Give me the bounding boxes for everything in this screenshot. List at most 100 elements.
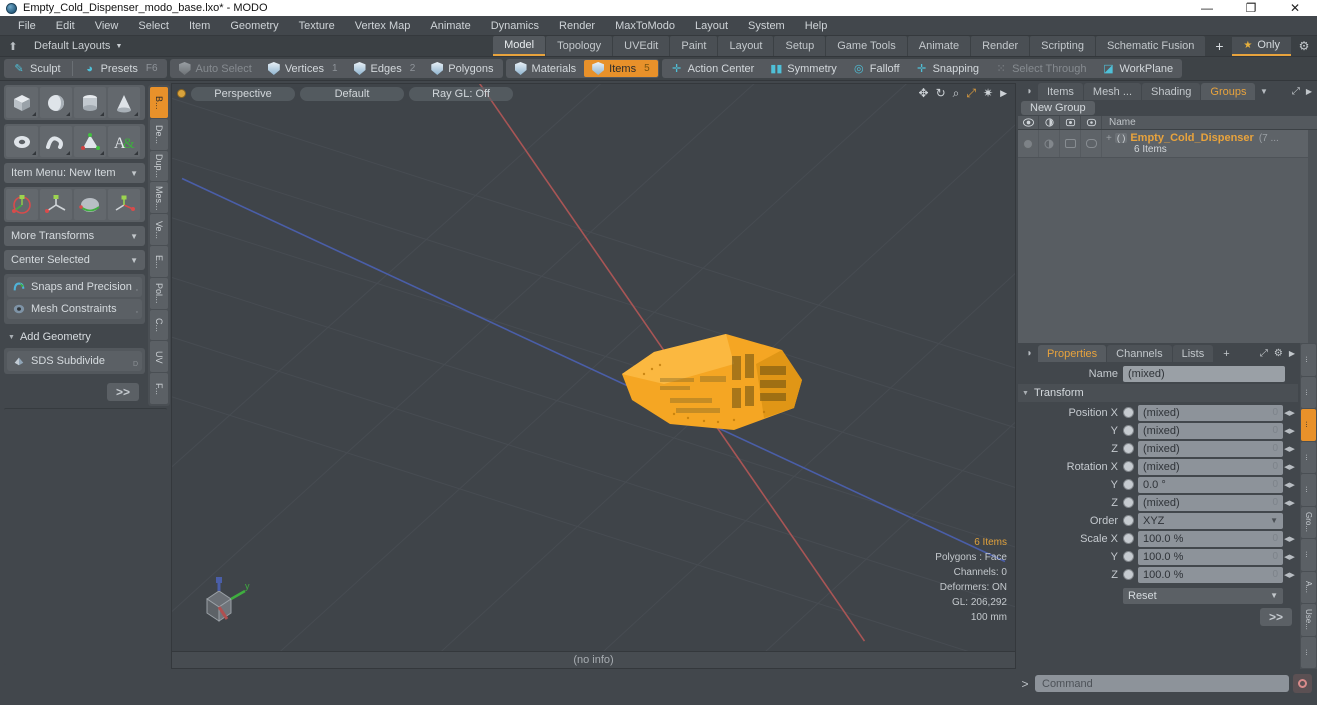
select-through-button[interactable]: ⁙ Select Through <box>987 60 1094 77</box>
scale-input-0[interactable]: 100.0 % 0 <box>1138 530 1283 547</box>
panel-tab-chevron-icon[interactable]: ▼ <box>1256 83 1271 100</box>
falloff-button[interactable]: ◎ Falloff <box>845 60 908 77</box>
scale-spinner-2[interactable]: ◀▶ <box>1283 571 1296 579</box>
close-button[interactable]: ✕ <box>1273 0 1317 16</box>
props-tab-properties[interactable]: Properties <box>1038 345 1107 362</box>
properties-more-arrow-icon[interactable]: ▶ <box>1289 349 1295 358</box>
layout-tab-animate[interactable]: Animate <box>907 36 971 56</box>
order-dropdown[interactable]: XYZ ▼ <box>1138 512 1283 529</box>
materials-button[interactable]: Materials <box>507 60 585 77</box>
row-visibility-toggle[interactable] <box>1018 130 1039 157</box>
auto-select-button[interactable]: Auto Select <box>171 60 260 77</box>
group-name[interactable]: Empty_Cold_Dispenser <box>1130 132 1253 144</box>
3d-viewport[interactable]: Perspective Default Ray GL: Off ✥ ↻ ⌕ ⤢ … <box>171 83 1016 652</box>
polygon-pen-tool-button[interactable] <box>74 126 106 157</box>
menu-item-texture[interactable]: Texture <box>289 16 345 36</box>
cube-tool-button[interactable] <box>6 87 38 118</box>
more-transforms-dropdown[interactable]: More Transforms ▼ <box>4 226 145 246</box>
maximize-button[interactable]: ❐ <box>1229 0 1273 16</box>
properties-gear-icon[interactable]: ⚙ <box>1274 348 1283 359</box>
layout-home-icon[interactable]: ⬆ <box>0 36 26 56</box>
table-row[interactable]: + ( ) Empty_Cold_Dispenser (7 ... 6 Item… <box>1018 130 1317 158</box>
menu-item-animate[interactable]: Animate <box>420 16 480 36</box>
layout-tab-render[interactable]: Render <box>971 36 1030 56</box>
left-vtab-B[interactable]: B... <box>150 87 168 118</box>
only-toggle-button[interactable]: ★ Only <box>1232 36 1291 56</box>
menu-item-geometry[interactable]: Geometry <box>220 16 288 36</box>
right-vtab-4[interactable]: ... <box>1301 474 1316 506</box>
raygl-button[interactable]: Ray GL: Off <box>409 86 513 101</box>
edges-button[interactable]: Edges 2 <box>346 60 424 77</box>
add-geometry-section-header[interactable]: ▼ Add Geometry <box>4 328 145 346</box>
properties-forward-button[interactable]: >> <box>1259 608 1292 626</box>
sds-subdivide-button[interactable]: SDS Subdivide D <box>7 351 142 371</box>
menu-item-layout[interactable]: Layout <box>685 16 738 36</box>
transform-channel-dot-1[interactable] <box>1123 425 1134 436</box>
scale-spinner-1[interactable]: ◀▶ <box>1283 553 1296 561</box>
panel-more-arrow-icon[interactable]: ▶ <box>1306 87 1312 96</box>
row-render-toggle[interactable] <box>1060 130 1081 157</box>
right-vtab-5[interactable]: Gro... <box>1301 506 1316 538</box>
symmetry-button[interactable]: ▮▮ Symmetry <box>762 60 845 77</box>
fit-view-icon[interactable]: ⤢ <box>966 87 976 99</box>
view-settings-gear-icon[interactable]: ✷ <box>983 87 993 99</box>
view-type-button[interactable]: Perspective <box>191 86 295 101</box>
transform-channel-dot-0[interactable] <box>1123 407 1134 418</box>
rotate-view-icon[interactable]: ↻ <box>936 87 946 99</box>
properties-expand-icon[interactable]: ⤢ <box>1260 348 1268 359</box>
name-input[interactable]: (mixed) <box>1123 365 1285 382</box>
menu-item-item[interactable]: Item <box>179 16 220 36</box>
group-list-scrollbar[interactable] <box>1308 130 1317 343</box>
action-center-button[interactable]: ✛ Action Center <box>663 60 763 77</box>
menu-item-help[interactable]: Help <box>795 16 838 36</box>
left-vtab-Ve[interactable]: Ve... <box>150 214 168 245</box>
props-tab-channels[interactable]: Channels <box>1107 345 1172 362</box>
text-tool-button[interactable]: A & <box>108 126 140 157</box>
menu-item-render[interactable]: Render <box>549 16 605 36</box>
order-channel-dot[interactable] <box>1123 515 1134 526</box>
add-properties-tab-button[interactable]: + <box>1214 345 1238 362</box>
rotate-tool-button[interactable] <box>40 189 72 220</box>
command-input[interactable]: Command <box>1035 675 1289 692</box>
left-vtab-De[interactable]: De... <box>150 118 168 150</box>
right-vtab-7[interactable]: A... <box>1301 571 1316 603</box>
left-vtab-F[interactable]: F... <box>150 373 168 404</box>
eye-column-icon[interactable] <box>1018 116 1039 129</box>
group-list-body[interactable]: + ( ) Empty_Cold_Dispenser (7 ... 6 Item… <box>1018 130 1317 343</box>
layout-tab-layout[interactable]: Layout <box>718 36 774 56</box>
props-tab-lists[interactable]: Lists <box>1172 345 1214 362</box>
right-tab-groups[interactable]: Groups <box>1201 83 1256 100</box>
sphere-tool-button[interactable] <box>40 87 72 118</box>
add-layout-tab-button[interactable]: + <box>1206 36 1232 56</box>
layout-settings-gear-icon[interactable]: ⚙ <box>1291 39 1317 53</box>
center-selected-dropdown[interactable]: Center Selected ▼ <box>4 250 145 270</box>
shading-style-button[interactable]: Default <box>300 86 404 101</box>
transform-channel-dot-2[interactable] <box>1123 443 1134 454</box>
right-tab-items[interactable]: Items <box>1038 83 1083 100</box>
select-column-icon[interactable] <box>1081 116 1102 129</box>
transform-input-4[interactable]: 0.0 ° 0 <box>1138 476 1283 493</box>
transform-spinner-2[interactable]: ◀▶ <box>1283 445 1296 453</box>
sculpt-button[interactable]: ✎ Sculpt <box>5 60 69 77</box>
move-view-icon[interactable]: ✥ <box>919 87 929 99</box>
panel-expand-icon[interactable]: ⤢ <box>1292 86 1300 97</box>
cylinder-tool-button[interactable] <box>74 87 106 118</box>
right-tab-mesh-[interactable]: Mesh ... <box>1083 83 1142 100</box>
menu-item-dynamics[interactable]: Dynamics <box>481 16 549 36</box>
selected-mesh-dispenser[interactable] <box>614 322 824 442</box>
layout-tab-schematic-fusion[interactable]: Schematic Fusion <box>1095 36 1206 56</box>
layout-tab-setup[interactable]: Setup <box>774 36 826 56</box>
panel-menu-icon[interactable]: ◗ <box>1022 83 1037 100</box>
spiral-tool-button[interactable] <box>40 126 72 157</box>
viewport-menu-icon[interactable] <box>177 89 186 98</box>
polygons-button[interactable]: Polygons <box>423 60 501 77</box>
left-vtab-C[interactable]: C... <box>150 309 168 341</box>
left-vtab-E[interactable]: E... <box>150 245 168 277</box>
row-lock-toggle[interactable] <box>1039 130 1060 157</box>
cone-tool-button[interactable] <box>108 87 140 118</box>
expand-plus-icon[interactable]: + <box>1106 133 1112 144</box>
menu-item-file[interactable]: File <box>8 16 46 36</box>
transform-spinner-0[interactable]: ◀▶ <box>1283 409 1296 417</box>
row-select-toggle[interactable] <box>1081 130 1102 157</box>
layout-tab-uvedit[interactable]: UVEdit <box>613 36 670 56</box>
